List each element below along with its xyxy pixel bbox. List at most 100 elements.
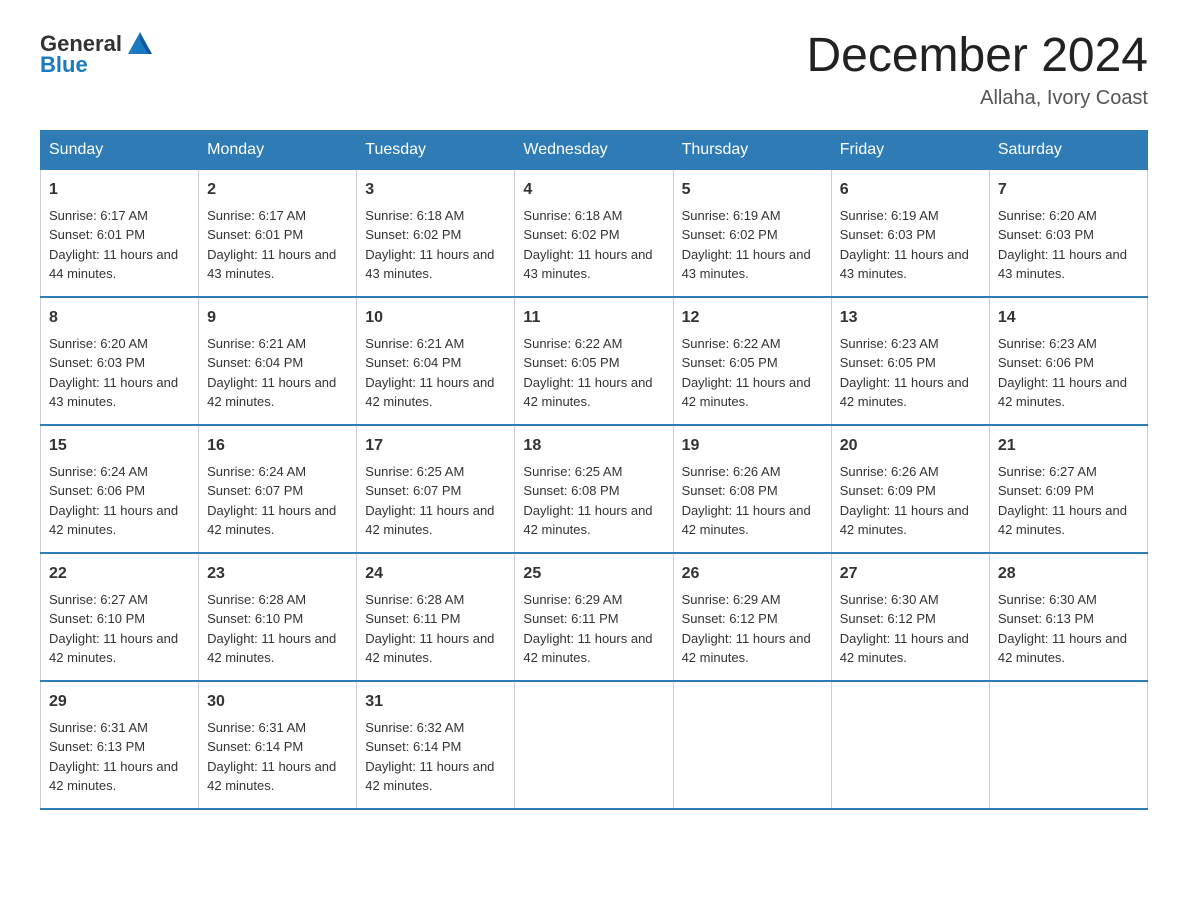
day-number: 17 [365, 434, 506, 458]
day-number: 2 [207, 178, 348, 202]
day-info: Sunrise: 6:20 AM Sunset: 6:03 PM Dayligh… [998, 208, 1127, 282]
empty-cell [989, 681, 1147, 809]
day-number: 19 [682, 434, 823, 458]
day-info: Sunrise: 6:17 AM Sunset: 6:01 PM Dayligh… [207, 208, 336, 282]
day-info: Sunrise: 6:25 AM Sunset: 6:07 PM Dayligh… [365, 464, 494, 538]
day-number: 16 [207, 434, 348, 458]
header-day-thursday: Thursday [673, 130, 831, 169]
day-info: Sunrise: 6:29 AM Sunset: 6:11 PM Dayligh… [523, 592, 652, 666]
day-info: Sunrise: 6:30 AM Sunset: 6:13 PM Dayligh… [998, 592, 1127, 666]
day-number: 4 [523, 178, 664, 202]
day-info: Sunrise: 6:30 AM Sunset: 6:12 PM Dayligh… [840, 592, 969, 666]
day-number: 25 [523, 562, 664, 586]
day-number: 20 [840, 434, 981, 458]
day-number: 24 [365, 562, 506, 586]
day-info: Sunrise: 6:21 AM Sunset: 6:04 PM Dayligh… [365, 336, 494, 410]
day-number: 30 [207, 690, 348, 714]
day-number: 21 [998, 434, 1139, 458]
header-day-sunday: Sunday [41, 130, 199, 169]
day-info: Sunrise: 6:32 AM Sunset: 6:14 PM Dayligh… [365, 720, 494, 794]
day-cell-27: 27 Sunrise: 6:30 AM Sunset: 6:12 PM Dayli… [831, 553, 989, 681]
header-day-tuesday: Tuesday [357, 130, 515, 169]
day-cell-9: 9Sunrise: 6:21 AM Sunset: 6:04 PM Daylig… [199, 297, 357, 425]
week-row-4: 22 Sunrise: 6:27 AM Sunset: 6:10 PM Dayli… [41, 553, 1148, 681]
day-number: 18 [523, 434, 664, 458]
day-number: 23 [207, 562, 348, 586]
week-row-3: 15 Sunrise: 6:24 AM Sunset: 6:06 PM Dayli… [41, 425, 1148, 553]
day-number: 11 [523, 306, 664, 330]
day-number: 1 [49, 178, 190, 202]
day-cell-29: 29 Sunrise: 6:31 AM Sunset: 6:13 PM Dayli… [41, 681, 199, 809]
day-info: Sunrise: 6:28 AM Sunset: 6:10 PM Dayligh… [207, 592, 336, 666]
day-info: Sunrise: 6:18 AM Sunset: 6:02 PM Dayligh… [523, 208, 652, 282]
day-info: Sunrise: 6:21 AM Sunset: 6:04 PM Dayligh… [207, 336, 336, 410]
day-number: 5 [682, 178, 823, 202]
day-number: 7 [998, 178, 1139, 202]
day-cell-13: 13 Sunrise: 6:23 AM Sunset: 6:05 PM Dayli… [831, 297, 989, 425]
day-info: Sunrise: 6:23 AM Sunset: 6:05 PM Dayligh… [840, 336, 969, 410]
day-cell-20: 20Sunrise: 6:26 AM Sunset: 6:09 PM Dayli… [831, 425, 989, 553]
day-info: Sunrise: 6:28 AM Sunset: 6:11 PM Dayligh… [365, 592, 494, 666]
day-info: Sunrise: 6:17 AM Sunset: 6:01 PM Dayligh… [49, 208, 178, 282]
day-number: 8 [49, 306, 190, 330]
page-header: General Blue December 2024 Allaha, Ivory… [40, 30, 1148, 110]
day-info: Sunrise: 6:22 AM Sunset: 6:05 PM Dayligh… [523, 336, 652, 410]
day-number: 15 [49, 434, 190, 458]
day-cell-11: 11 Sunrise: 6:22 AM Sunset: 6:05 PM Dayli… [515, 297, 673, 425]
day-cell-25: 25 Sunrise: 6:29 AM Sunset: 6:11 PM Dayli… [515, 553, 673, 681]
day-info: Sunrise: 6:19 AM Sunset: 6:02 PM Dayligh… [682, 208, 811, 282]
day-number: 10 [365, 306, 506, 330]
day-cell-31: 31 Sunrise: 6:32 AM Sunset: 6:14 PM Dayli… [357, 681, 515, 809]
day-info: Sunrise: 6:25 AM Sunset: 6:08 PM Dayligh… [523, 464, 652, 538]
day-cell-24: 24 Sunrise: 6:28 AM Sunset: 6:11 PM Dayli… [357, 553, 515, 681]
day-cell-26: 26Sunrise: 6:29 AM Sunset: 6:12 PM Dayli… [673, 553, 831, 681]
day-cell-3: 3Sunrise: 6:18 AM Sunset: 6:02 PM Daylig… [357, 169, 515, 297]
day-cell-28: 28 Sunrise: 6:30 AM Sunset: 6:13 PM Dayli… [989, 553, 1147, 681]
day-info: Sunrise: 6:23 AM Sunset: 6:06 PM Dayligh… [998, 336, 1127, 410]
day-info: Sunrise: 6:20 AM Sunset: 6:03 PM Dayligh… [49, 336, 178, 410]
title-area: December 2024 Allaha, Ivory Coast [806, 30, 1148, 110]
day-cell-15: 15 Sunrise: 6:24 AM Sunset: 6:06 PM Dayli… [41, 425, 199, 553]
day-number: 22 [49, 562, 190, 586]
day-info: Sunrise: 6:29 AM Sunset: 6:12 PM Dayligh… [682, 592, 811, 666]
header-day-friday: Friday [831, 130, 989, 169]
page-title: December 2024 [806, 30, 1148, 83]
day-info: Sunrise: 6:31 AM Sunset: 6:13 PM Dayligh… [49, 720, 178, 794]
day-number: 3 [365, 178, 506, 202]
logo: General Blue [40, 30, 156, 78]
day-cell-17: 17 Sunrise: 6:25 AM Sunset: 6:07 PM Dayli… [357, 425, 515, 553]
header-row: SundayMondayTuesdayWednesdayThursdayFrid… [41, 130, 1148, 169]
day-cell-23: 23 Sunrise: 6:28 AM Sunset: 6:10 PM Dayli… [199, 553, 357, 681]
day-info: Sunrise: 6:19 AM Sunset: 6:03 PM Dayligh… [840, 208, 969, 282]
day-cell-30: 30Sunrise: 6:31 AM Sunset: 6:14 PM Dayli… [199, 681, 357, 809]
day-info: Sunrise: 6:22 AM Sunset: 6:05 PM Dayligh… [682, 336, 811, 410]
empty-cell [673, 681, 831, 809]
day-number: 29 [49, 690, 190, 714]
day-info: Sunrise: 6:27 AM Sunset: 6:10 PM Dayligh… [49, 592, 178, 666]
day-number: 31 [365, 690, 506, 714]
day-cell-10: 10 Sunrise: 6:21 AM Sunset: 6:04 PM Dayli… [357, 297, 515, 425]
logo-icon [124, 26, 156, 58]
week-row-5: 29 Sunrise: 6:31 AM Sunset: 6:13 PM Dayli… [41, 681, 1148, 809]
day-cell-22: 22 Sunrise: 6:27 AM Sunset: 6:10 PM Dayli… [41, 553, 199, 681]
day-cell-12: 12 Sunrise: 6:22 AM Sunset: 6:05 PM Dayli… [673, 297, 831, 425]
calendar-table: SundayMondayTuesdayWednesdayThursdayFrid… [40, 130, 1148, 810]
header-day-wednesday: Wednesday [515, 130, 673, 169]
day-cell-16: 16Sunrise: 6:24 AM Sunset: 6:07 PM Dayli… [199, 425, 357, 553]
day-info: Sunrise: 6:27 AM Sunset: 6:09 PM Dayligh… [998, 464, 1127, 538]
day-cell-1: 1 Sunrise: 6:17 AM Sunset: 6:01 PM Daylig… [41, 169, 199, 297]
day-cell-18: 18 Sunrise: 6:25 AM Sunset: 6:08 PM Dayli… [515, 425, 673, 553]
day-info: Sunrise: 6:26 AM Sunset: 6:08 PM Dayligh… [682, 464, 811, 538]
day-cell-4: 4 Sunrise: 6:18 AM Sunset: 6:02 PM Daylig… [515, 169, 673, 297]
day-number: 13 [840, 306, 981, 330]
day-number: 28 [998, 562, 1139, 586]
week-row-2: 8 Sunrise: 6:20 AM Sunset: 6:03 PM Daylig… [41, 297, 1148, 425]
empty-cell [831, 681, 989, 809]
day-number: 12 [682, 306, 823, 330]
logo-blue: Blue [40, 52, 88, 78]
day-number: 27 [840, 562, 981, 586]
day-cell-21: 21 Sunrise: 6:27 AM Sunset: 6:09 PM Dayli… [989, 425, 1147, 553]
day-info: Sunrise: 6:24 AM Sunset: 6:06 PM Dayligh… [49, 464, 178, 538]
day-cell-8: 8 Sunrise: 6:20 AM Sunset: 6:03 PM Daylig… [41, 297, 199, 425]
day-cell-7: 7 Sunrise: 6:20 AM Sunset: 6:03 PM Daylig… [989, 169, 1147, 297]
